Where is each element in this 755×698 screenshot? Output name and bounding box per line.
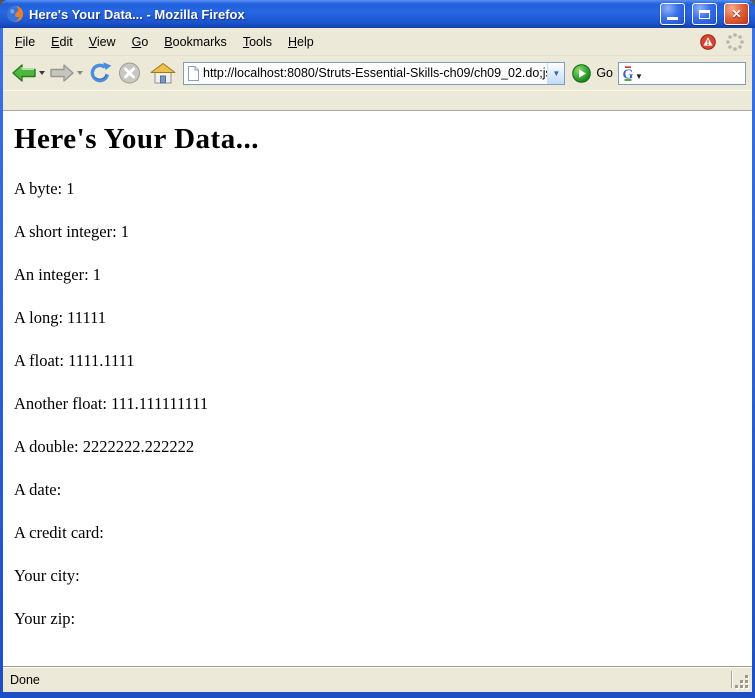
data-line-city: Your city:: [14, 566, 752, 586]
address-bar[interactable]: http://localhost:8080/Struts-Essential-S…: [183, 62, 565, 85]
reload-button[interactable]: [85, 59, 115, 87]
menu-bar: File Edit View Go Bookmarks Tools Help: [3, 28, 752, 56]
close-button[interactable]: ✕: [724, 3, 749, 25]
back-arrow-icon: [11, 62, 37, 84]
browser-window: Here's Your Data... - Mozilla Firefox ✕ …: [0, 0, 755, 698]
search-input[interactable]: [643, 64, 743, 82]
home-button[interactable]: [148, 60, 178, 87]
go-icon: [572, 64, 591, 83]
bookmarks-toolbar: [3, 90, 752, 111]
menu-edit[interactable]: Edit: [43, 31, 81, 53]
firefox-logo-icon: [6, 5, 24, 23]
title-bar[interactable]: Here's Your Data... - Mozilla Firefox ✕: [0, 0, 755, 28]
status-bar: Done: [3, 666, 752, 692]
forward-button[interactable]: [47, 60, 85, 86]
data-line-double: A double: 2222222.222222: [14, 437, 752, 457]
chevron-down-icon: ▼: [552, 69, 560, 78]
data-line-credit-card: A credit card:: [14, 523, 752, 543]
data-line-another-float: Another float: 111.111111111: [14, 394, 752, 414]
data-line-short: A short integer: 1: [14, 222, 752, 242]
back-dropdown-icon[interactable]: [39, 71, 45, 75]
search-dropdown-icon[interactable]: ▼: [635, 72, 643, 81]
update-notification-icon[interactable]: [700, 34, 716, 50]
reload-icon: [87, 61, 113, 85]
forward-dropdown-icon[interactable]: [77, 71, 83, 75]
go-button[interactable]: Go: [570, 64, 618, 83]
maximize-icon: [699, 10, 710, 19]
minimize-icon: [667, 17, 678, 20]
status-text: Done: [10, 673, 40, 687]
data-line-date: A date:: [14, 480, 752, 500]
minimize-button[interactable]: [660, 3, 685, 25]
data-line-long: A long: 11111: [14, 308, 752, 328]
address-dropdown-button[interactable]: ▼: [547, 63, 564, 84]
forward-arrow-icon: [49, 62, 75, 84]
page-content: Here's Your Data... A byte: 1 A short in…: [3, 111, 752, 666]
data-line-byte: A byte: 1: [14, 179, 752, 199]
menu-tools[interactable]: Tools: [235, 31, 280, 53]
address-text[interactable]: http://localhost:8080/Struts-Essential-S…: [200, 66, 547, 80]
search-box[interactable]: G ▼: [618, 62, 746, 85]
page-icon: [187, 65, 200, 82]
window-title: Here's Your Data... - Mozilla Firefox: [29, 7, 653, 22]
data-line-float: A float: 1111.1111: [14, 351, 752, 371]
menu-help[interactable]: Help: [280, 31, 322, 53]
home-icon: [150, 62, 176, 85]
maximize-button[interactable]: [692, 3, 717, 25]
go-label: Go: [596, 66, 613, 80]
resize-grip-icon[interactable]: [735, 675, 751, 691]
page-heading: Here's Your Data...: [14, 123, 752, 156]
menu-file[interactable]: File: [7, 31, 43, 53]
back-button[interactable]: [9, 60, 47, 86]
stop-button[interactable]: [115, 59, 144, 87]
menu-go[interactable]: Go: [124, 31, 157, 53]
close-icon: ✕: [731, 8, 741, 20]
data-line-integer: An integer: 1: [14, 265, 752, 285]
navigation-toolbar: http://localhost:8080/Struts-Essential-S…: [3, 56, 752, 90]
data-line-zip: Your zip:: [14, 609, 752, 629]
throbber-icon: [725, 32, 745, 52]
menu-view[interactable]: View: [81, 31, 124, 53]
menu-bookmarks[interactable]: Bookmarks: [156, 31, 235, 53]
stop-icon: [117, 61, 142, 85]
statusbar-separator: [731, 671, 732, 688]
